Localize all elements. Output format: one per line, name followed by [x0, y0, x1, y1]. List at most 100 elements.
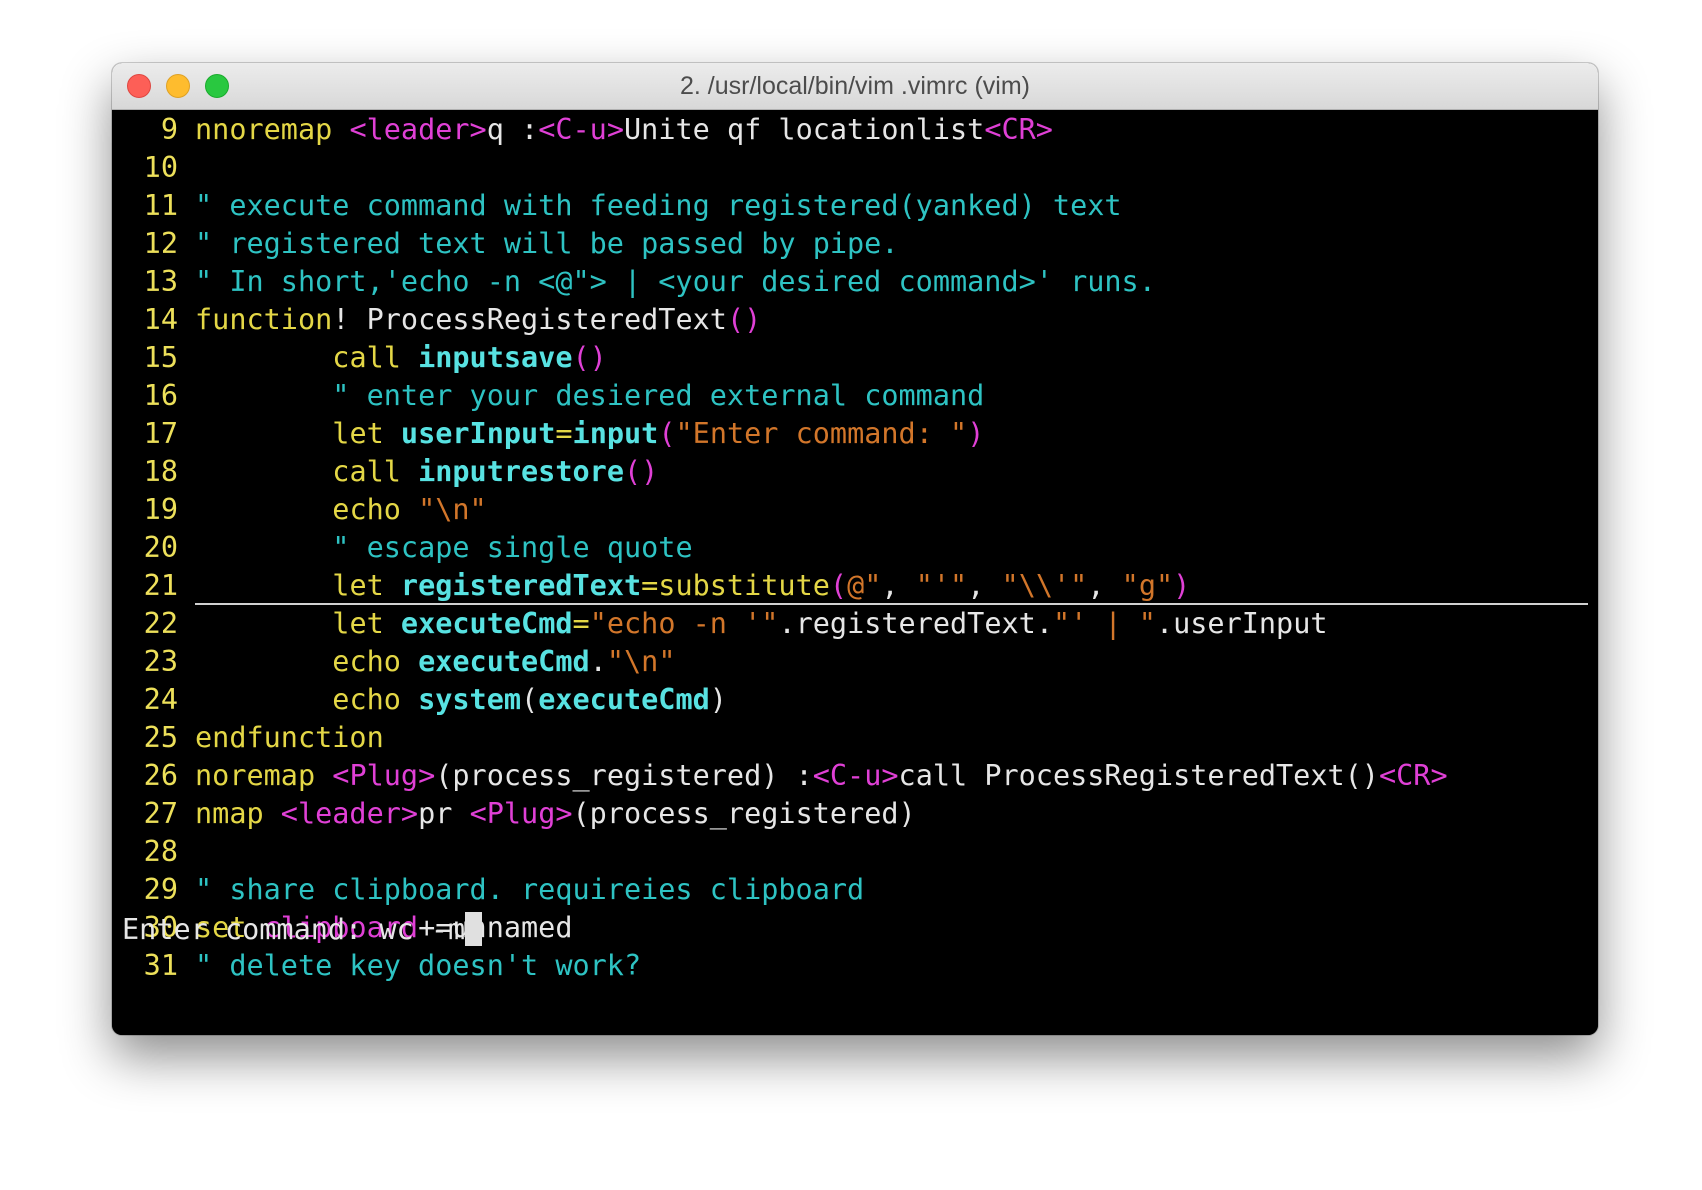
window-title: 2. /usr/local/bin/vim .vimrc (vim) — [679, 72, 1031, 100]
code-line[interactable]: 26 noremap <Plug>(process_registered) :<C… — [112, 757, 1598, 795]
line-number: 26 — [143, 759, 178, 792]
line-text: let userInput=input("Enter command: ") — [195, 415, 984, 453]
line-text: " enter your desiered external command — [195, 377, 984, 415]
code-line[interactable]: 21 let registeredText=substitute(@", "'"… — [112, 567, 1598, 605]
vim-editor[interactable]: 9 nnoremap <leader>q :<C-u>Unite qf locat… — [112, 110, 1598, 1035]
syntax-token: =substitute — [641, 569, 830, 602]
syntax-token: <Plug> — [332, 759, 436, 792]
code-line[interactable]: 9 nnoremap <leader>q :<C-u>Unite qf locat… — [112, 111, 1598, 149]
syntax-token: echo — [332, 683, 419, 716]
code-line[interactable]: 24 echo system(executeCmd) — [112, 681, 1598, 719]
terminal-window: 2. /usr/local/bin/vim .vimrc (vim) 9 nnor… — [112, 63, 1598, 1035]
syntax-token: ) — [967, 417, 985, 450]
syntax-token: = — [555, 417, 573, 450]
code-line[interactable]: 15 call inputsave() — [112, 339, 1598, 377]
line-text: call inputsave() — [195, 339, 607, 377]
code-line[interactable]: 18 call inputrestore() — [112, 453, 1598, 491]
code-line[interactable]: 16 " enter your desiered external comman… — [112, 377, 1598, 415]
syntax-token: <CR> — [1378, 759, 1448, 792]
syntax-token: "' | " — [1052, 607, 1156, 640]
syntax-token: , — [967, 569, 1002, 602]
line-text: call inputrestore() — [195, 453, 658, 491]
line-number: 13 — [143, 265, 178, 298]
line-text: " delete key doesn't work? — [195, 947, 641, 985]
line-number: 18 — [143, 455, 178, 488]
syntax-token: system — [418, 683, 522, 716]
line-number: 21 — [143, 569, 178, 602]
line-number: 22 — [143, 607, 178, 640]
syntax-token: " In short,'echo -n <@"> | <your desired… — [195, 265, 1156, 298]
code-line[interactable]: 29 " share clipboard. requireies clipboar… — [112, 871, 1598, 909]
syntax-token: (process_registered) : — [435, 759, 813, 792]
code-line[interactable]: 14 function! ProcessRegisteredText() — [112, 301, 1598, 339]
syntax-token: inputsave — [418, 341, 573, 374]
syntax-token — [195, 569, 332, 602]
syntax-token: <Plug> — [469, 797, 573, 830]
line-number: 12 — [143, 227, 178, 260]
syntax-token: "'" — [915, 569, 968, 602]
syntax-token: ( — [829, 569, 848, 602]
line-text: nmap <leader>pr <Plug>(process_registere… — [195, 795, 916, 833]
line-text: function! ProcessRegisteredText() — [195, 301, 761, 339]
command-line[interactable]: Enter command: wc -m — [122, 911, 483, 949]
syntax-token: " execute command with feeding registere… — [195, 189, 1122, 222]
syntax-token: " delete key doesn't work? — [195, 949, 642, 982]
syntax-token: executeCmd — [538, 683, 710, 716]
code-line[interactable]: 20 " escape single quote — [112, 529, 1598, 567]
syntax-token: endfunction — [195, 721, 384, 754]
syntax-token: "Enter command: " — [675, 417, 968, 450]
syntax-token: <leader> — [280, 797, 419, 830]
syntax-token: <C-u> — [538, 113, 624, 146]
syntax-token: @" — [847, 569, 882, 602]
syntax-token: " escape single quote — [332, 531, 693, 564]
syntax-token: userInput — [400, 417, 556, 450]
syntax-token: "\n" — [606, 645, 676, 678]
line-number: 20 — [143, 531, 178, 564]
syntax-token: echo — [332, 493, 419, 526]
line-text: " registered text will be passed by pipe… — [195, 225, 899, 263]
code-line[interactable]: 27 nmap <leader>pr <Plug>(process_registe… — [112, 795, 1598, 833]
syntax-token: let — [332, 417, 401, 450]
line-number: 31 — [143, 949, 178, 982]
syntax-token — [195, 417, 332, 450]
syntax-token: <C-u> — [812, 759, 899, 792]
line-text: echo "\n" — [195, 491, 486, 529]
code-line[interactable]: 10 — [112, 149, 1598, 187]
line-text: echo executeCmd."\n" — [195, 643, 675, 681]
syntax-token: function — [195, 303, 333, 336]
line-text: noremap <Plug>(process_registered) :<C-u… — [195, 757, 1448, 795]
syntax-token: . — [589, 645, 607, 678]
text-cursor — [465, 912, 483, 946]
code-line[interactable]: 25 endfunction — [112, 719, 1598, 757]
code-line[interactable]: 13 " In short,'echo -n <@"> | <your desir… — [112, 263, 1598, 301]
code-line[interactable]: 28 — [112, 833, 1598, 871]
code-line[interactable]: 12 " registered text will be passed by pi… — [112, 225, 1598, 263]
syntax-token: ! ProcessRegisteredText — [332, 303, 727, 336]
syntax-token: Unite qf locationlist — [624, 113, 985, 146]
syntax-token — [195, 455, 332, 488]
syntax-token: ) — [1173, 569, 1191, 602]
syntax-token: ( — [658, 417, 676, 450]
syntax-token: echo — [332, 645, 419, 678]
title-bar: 2. /usr/local/bin/vim .vimrc (vim) — [112, 63, 1598, 110]
line-number: 9 — [160, 113, 178, 146]
line-text: " escape single quote — [195, 529, 693, 567]
syntax-token: () — [623, 455, 659, 488]
line-number: 28 — [143, 835, 178, 868]
command-input[interactable]: wc -m — [379, 913, 465, 946]
code-line[interactable]: 19 echo "\n" — [112, 491, 1598, 529]
syntax-token: noremap — [195, 759, 333, 792]
line-number: 11 — [143, 189, 178, 222]
code-line[interactable]: 11 " execute command with feeding registe… — [112, 187, 1598, 225]
code-line[interactable]: 17 let userInput=input("Enter command: "… — [112, 415, 1598, 453]
line-number: 15 — [143, 341, 178, 374]
syntax-token: () — [726, 303, 762, 336]
code-line[interactable]: 23 echo executeCmd."\n" — [112, 643, 1598, 681]
syntax-token — [195, 683, 332, 716]
code-line[interactable]: 22 let executeCmd="echo -n '".registered… — [112, 605, 1598, 643]
code-line[interactable]: 31 " delete key doesn't work? — [112, 947, 1598, 985]
syntax-token: <CR> — [984, 113, 1053, 146]
syntax-token: , — [881, 569, 916, 602]
line-number: 24 — [143, 683, 178, 716]
syntax-token: ) — [709, 683, 727, 716]
